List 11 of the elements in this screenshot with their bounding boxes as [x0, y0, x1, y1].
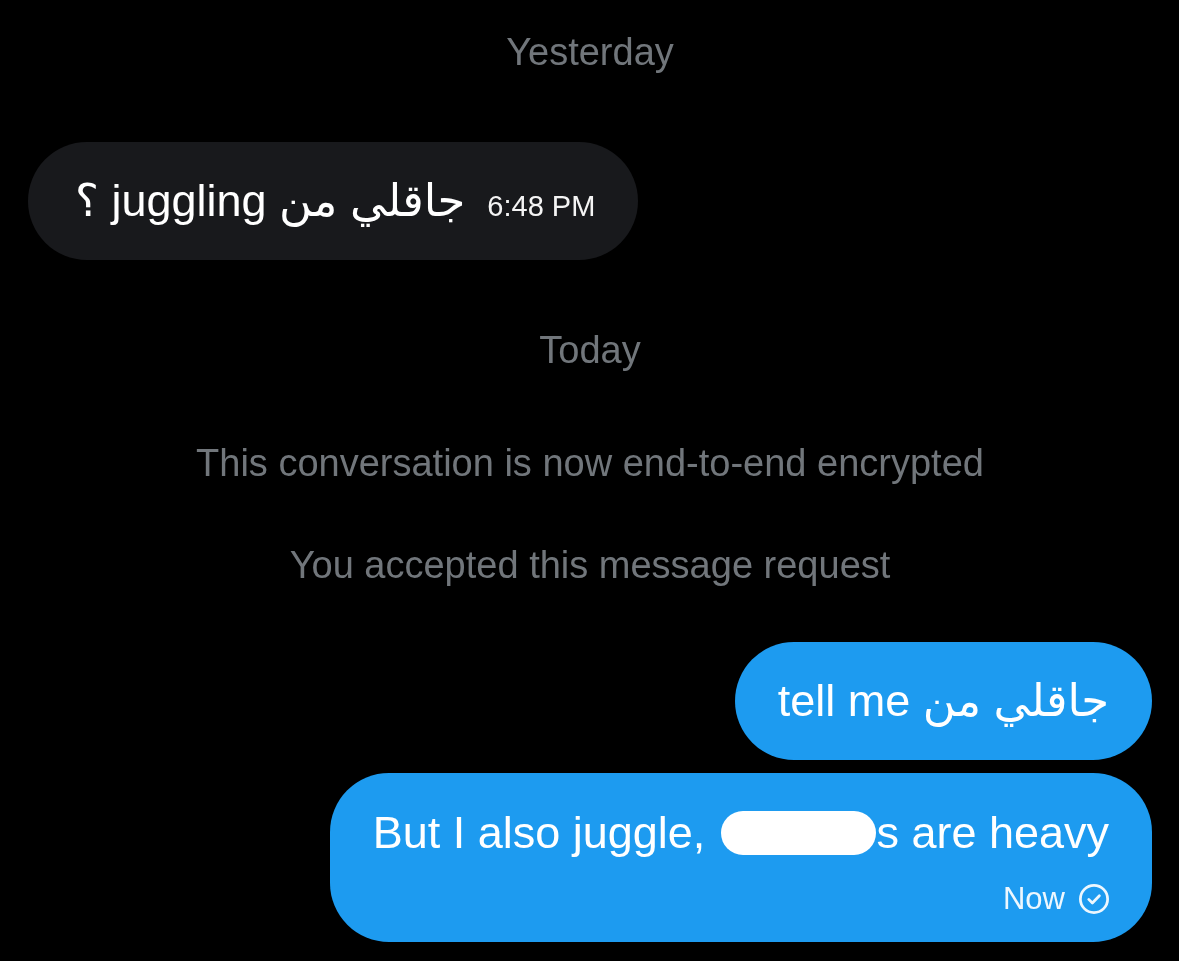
- message-time: Now: [1003, 881, 1065, 917]
- message-time: 6:48 PM: [487, 189, 596, 223]
- message-text: جاقلي من juggling ؟: [75, 175, 466, 227]
- system-notice: You accepted this message request: [289, 543, 891, 588]
- check-circle-icon: [1079, 884, 1109, 914]
- date-separator: Today: [539, 328, 641, 373]
- message-text: جاقلي من tell me: [777, 675, 1109, 727]
- date-separator: Yesterday: [506, 30, 674, 75]
- message-text: s are heavy: [876, 807, 1109, 859]
- system-notice: This conversation is now end-to-end encrypted: [196, 441, 984, 486]
- message-text: But I also juggle,: [372, 807, 706, 859]
